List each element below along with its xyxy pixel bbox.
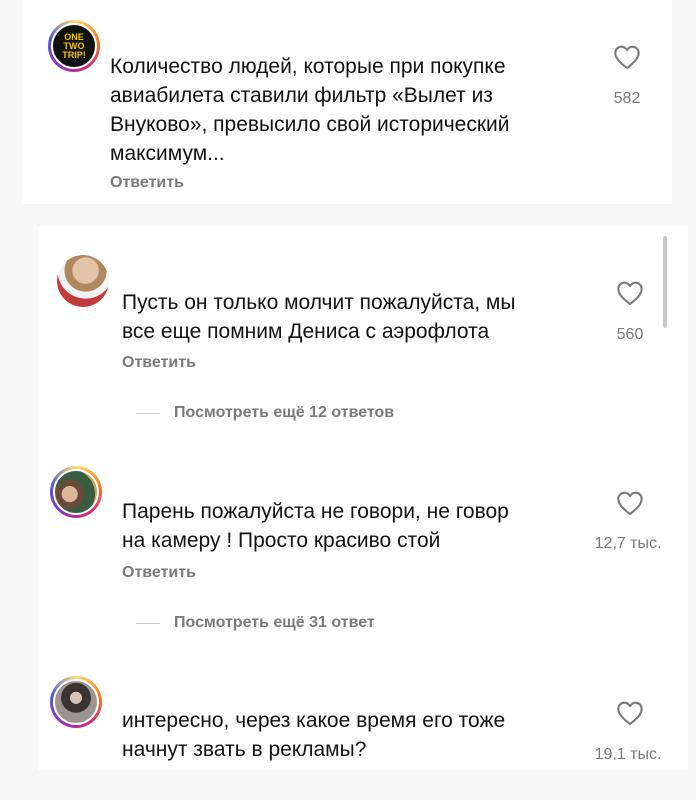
avatar[interactable] [50, 466, 102, 518]
reply-button[interactable]: Ответить [110, 174, 184, 192]
like-count: 560 [616, 326, 644, 343]
reply-button[interactable]: Ответить [122, 564, 196, 582]
scrollbar[interactable] [663, 236, 667, 328]
avatar-onetwotrip[interactable]: ONE TWO TRIP! [48, 20, 100, 72]
comment-text: Парень пожалуйста не говори, не говор на… [122, 500, 509, 552]
heart-outline-icon[interactable] [616, 490, 644, 516]
divider-line [136, 412, 160, 414]
heart-outline-icon[interactable] [616, 700, 644, 726]
view-more-replies-button[interactable]: Посмотреть ещё 12 ответов [136, 404, 394, 422]
view-more-replies-label: Посмотреть ещё 12 ответов [174, 404, 395, 421]
avatar[interactable] [57, 255, 109, 307]
like-count: 582 [613, 90, 641, 107]
comment-text: интересно, через какое время его тоже на… [122, 709, 506, 761]
reply-button[interactable]: Ответить [122, 354, 196, 372]
divider-line [136, 622, 160, 624]
view-more-replies-label: Посмотреть ещё 31 ответ [174, 614, 375, 631]
like-count: 12,7 тыс. [594, 535, 662, 552]
view-more-replies-button[interactable]: Посмотреть ещё 31 ответ [136, 614, 375, 632]
comment-text: Количество людей, которые при покупке ав… [110, 55, 510, 165]
like-count: 19,1 тыс. [594, 746, 662, 760]
heart-outline-icon[interactable] [616, 280, 644, 306]
onetwotrip-logo: ONE TWO TRIP! [62, 31, 86, 60]
comment-text: Пусть он только молчит пожалуйста, мы вс… [122, 291, 516, 343]
avatar[interactable] [50, 676, 102, 728]
heart-outline-icon[interactable] [613, 44, 641, 70]
